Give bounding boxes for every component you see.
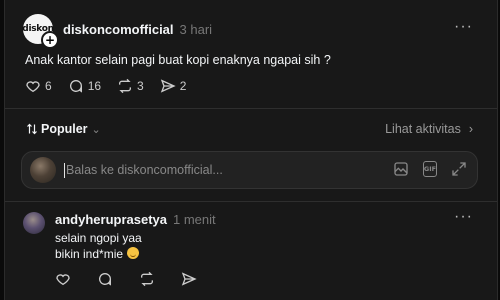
like-count: 6 [45,79,52,93]
share-count: 2 [179,79,187,93]
reply-composer[interactable]: Balas ke diskoncomofficial... GIF [21,151,478,189]
view-activity-link[interactable]: Lihat aktivitas › [385,122,473,136]
comment-bubble-icon [69,80,82,93]
repost-icon [141,271,153,287]
post-time: 3 hari [179,22,213,37]
image-icon[interactable] [393,161,409,177]
like-button[interactable]: 6 [25,78,52,94]
send-icon [181,272,197,286]
post-username[interactable]: diskoncomofficial [63,22,174,37]
sort-dropdown[interactable]: Populer ⌄ [26,122,101,136]
comment-button[interactable] [97,271,117,287]
more-options-icon[interactable]: ··· [454,18,473,36]
share-button[interactable] [181,271,201,287]
send-icon [160,79,176,93]
share-button[interactable]: 2 [160,78,187,94]
thread-card: diskon + diskoncomofficial 3 hari ··· An… [4,0,498,300]
view-activity-label: Lihat aktivitas [385,122,461,136]
repost-count: 3 [137,79,144,93]
divider [5,201,497,202]
post-actions: 6 16 3 2 [25,78,202,94]
heart-icon [26,81,40,93]
reply-tools: GIF [393,161,467,177]
comment-text-line: bikin ind*mie [55,247,140,261]
comment-bubble-icon [99,273,111,286]
reply-input[interactable]: Balas ke diskoncomofficial... [66,163,223,177]
sort-label: Populer [41,122,88,136]
comment-header: andyheruprasetya 1 menit [55,212,216,227]
expand-icon[interactable] [451,161,467,177]
repost-button[interactable] [139,271,159,287]
comment-username[interactable]: andyheruprasetya [55,212,167,227]
post-header: diskoncomofficial 3 hari [63,22,212,37]
avatar [30,157,56,183]
text-cursor [64,163,65,178]
divider [5,108,497,109]
avatar[interactable] [23,212,45,234]
heart-icon [56,274,70,286]
comment-actions [55,271,217,287]
gif-icon[interactable]: GIF [423,161,437,177]
comment-text: bikin ind*mie [55,247,124,261]
comment-text-line: selain ngopi yaa [55,231,142,245]
chevron-right-icon: › [468,122,473,136]
like-button[interactable] [55,271,75,287]
post-body: Anak kantor selain pagi buat kopi enakny… [25,53,331,67]
chevron-down-icon: ⌄ [91,123,101,136]
follow-plus-icon[interactable]: + [41,31,59,49]
comment-button[interactable]: 16 [68,78,101,94]
comment-count: 16 [87,79,102,93]
repost-icon [119,78,132,94]
sort-arrows-icon [27,123,37,135]
more-options-icon[interactable]: ··· [454,208,473,226]
comment-time: 1 menit [173,212,216,227]
repost-button[interactable]: 3 [117,78,144,94]
grinning-emoji-icon [127,247,140,259]
